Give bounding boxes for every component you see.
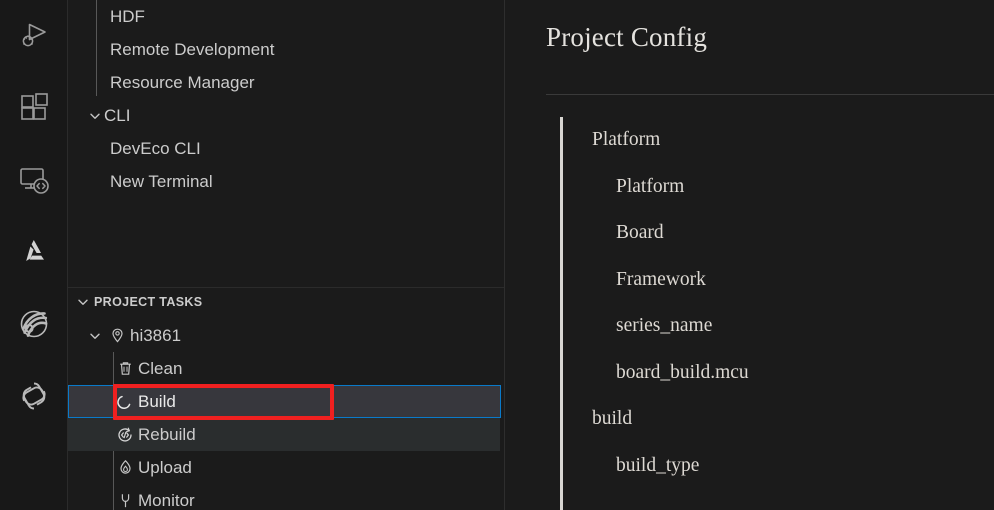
activity-item-openharmony[interactable] bbox=[0, 288, 68, 360]
tree-item-label: Remote Development bbox=[110, 33, 274, 66]
section-header-project-tasks[interactable]: PROJECT TASKS bbox=[68, 288, 504, 316]
config-item-label: series_name bbox=[616, 315, 712, 337]
config-field-series-name[interactable]: series_name bbox=[505, 303, 994, 350]
location-pin-icon bbox=[104, 319, 130, 352]
config-field-build-type[interactable]: build_type bbox=[505, 443, 994, 490]
trash-icon bbox=[112, 352, 138, 385]
config-group-build[interactable]: build bbox=[505, 396, 994, 443]
flame-upload-icon bbox=[112, 451, 138, 484]
chevron-down-icon[interactable] bbox=[86, 99, 104, 132]
config-group-platform[interactable]: Platform bbox=[505, 117, 994, 164]
tree-item-label: CLI bbox=[104, 99, 130, 132]
tree-item-hi3861[interactable]: hi3861 bbox=[68, 319, 504, 352]
tree-item-rebuild[interactable]: Rebuild bbox=[68, 418, 500, 451]
activity-item-extensions[interactable] bbox=[0, 72, 68, 144]
chevron-down-icon[interactable] bbox=[72, 288, 94, 316]
activity-bar bbox=[0, 0, 68, 510]
tree-item-label: Clean bbox=[138, 352, 182, 385]
explorer-sidebar: HDF Remote Development Resource Manager … bbox=[68, 0, 504, 510]
page-title: Project Config bbox=[546, 22, 707, 53]
tree-item-build[interactable]: Build bbox=[68, 385, 501, 418]
remote-explorer-icon bbox=[17, 163, 51, 197]
tree-item-deveco-cli[interactable]: DevEco CLI bbox=[68, 132, 504, 165]
config-item-label: board_build.mcu bbox=[616, 362, 749, 384]
config-field-platform[interactable]: Platform bbox=[505, 164, 994, 211]
tree-item-cli[interactable]: CLI bbox=[68, 99, 504, 132]
build-crescent-icon bbox=[112, 385, 138, 418]
config-item-label: Framework bbox=[616, 269, 706, 291]
tree-item-label: Build bbox=[138, 385, 176, 418]
extensions-icon bbox=[17, 91, 51, 125]
tree-item-upload[interactable]: Upload bbox=[68, 451, 504, 484]
tree-item-label: Monitor bbox=[138, 484, 195, 510]
activity-item-remote-explorer[interactable] bbox=[0, 144, 68, 216]
tree-item-new-terminal[interactable]: New Terminal bbox=[68, 165, 504, 198]
plug-monitor-icon bbox=[112, 484, 138, 510]
tree-item-label: Resource Manager bbox=[110, 66, 255, 99]
tree-item-resource-manager[interactable]: Resource Manager bbox=[68, 66, 504, 99]
activity-item-openai[interactable] bbox=[0, 360, 68, 432]
config-item-label: build bbox=[592, 408, 632, 430]
config-item-label: Platform bbox=[592, 129, 660, 151]
config-field-board[interactable]: Board bbox=[505, 210, 994, 257]
title-divider bbox=[546, 94, 994, 95]
tree-item-clean[interactable]: Clean bbox=[68, 352, 504, 385]
config-item-label: build_type bbox=[616, 455, 699, 477]
tree-item-label: Upload bbox=[138, 451, 192, 484]
tree-item-label: HDF bbox=[110, 0, 145, 33]
run-and-debug-icon bbox=[17, 19, 51, 53]
openai-icon bbox=[17, 379, 51, 413]
project-config-panel: Project Config Platform Platform Board F… bbox=[504, 0, 994, 510]
config-item-label: Board bbox=[616, 222, 664, 244]
tree-item-label: DevEco CLI bbox=[110, 132, 201, 165]
tree-item-remote-development[interactable]: Remote Development bbox=[68, 33, 504, 66]
tree-item-label: hi3861 bbox=[130, 319, 181, 352]
chevron-down-icon[interactable] bbox=[86, 319, 104, 352]
openharmony-icon bbox=[17, 307, 51, 341]
section-header-label: PROJECT TASKS bbox=[94, 295, 203, 309]
tree-item-label: Rebuild bbox=[138, 418, 196, 451]
config-field-board-build-mcu[interactable]: board_build.mcu bbox=[505, 350, 994, 397]
tree-item-monitor[interactable]: Monitor bbox=[68, 484, 504, 510]
tree-item-label: New Terminal bbox=[110, 165, 213, 198]
vscode-window: HDF Remote Development Resource Manager … bbox=[0, 0, 994, 510]
tree-item-hdf[interactable]: HDF bbox=[68, 0, 504, 33]
config-item-label: Platform bbox=[616, 176, 684, 198]
activity-item-deveco-device-tool[interactable] bbox=[0, 216, 68, 288]
config-field-framework[interactable]: Framework bbox=[505, 257, 994, 304]
tool-tree: HDF Remote Development Resource Manager … bbox=[68, 0, 504, 198]
deveco-device-tool-icon bbox=[17, 235, 51, 269]
project-tasks-tree: hi3861 Clean bbox=[68, 319, 504, 510]
rebuild-code-icon bbox=[112, 418, 138, 451]
activity-item-run-and-debug[interactable] bbox=[0, 0, 68, 72]
config-list: Platform Platform Board Framework series… bbox=[505, 117, 994, 489]
